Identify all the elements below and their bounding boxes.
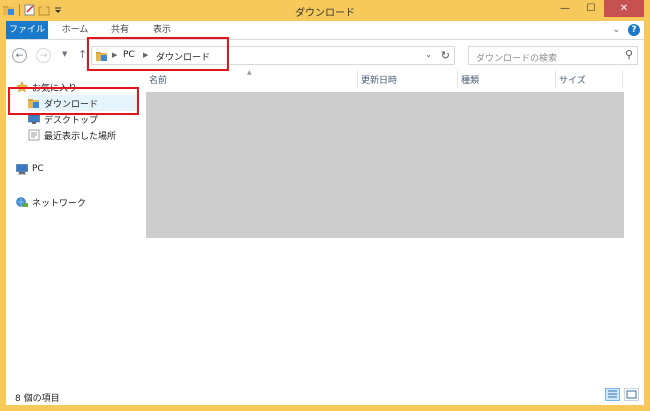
highlight-box-address	[87, 37, 229, 71]
status-bar: 8 個の項目	[6, 385, 644, 405]
forward-button[interactable]: →	[36, 48, 51, 63]
column-separator[interactable]	[357, 70, 358, 88]
column-header-modified[interactable]: 更新日時	[361, 73, 397, 86]
back-button[interactable]: ←	[12, 48, 27, 63]
column-separator[interactable]	[457, 70, 458, 88]
window-controls: — ☐ ✕	[552, 0, 644, 18]
title-bar: ダウンロード — ☐ ✕	[0, 0, 650, 21]
up-arrow-icon[interactable]: ↑	[78, 48, 87, 61]
sidebar-item-recent-places[interactable]: 最近表示した場所	[28, 127, 116, 143]
close-button[interactable]: ✕	[604, 0, 644, 17]
address-dropdown-icon[interactable]: ⌄	[425, 50, 432, 59]
column-separator[interactable]	[555, 70, 556, 88]
ribbon-right-controls: ⌄ ?	[612, 24, 640, 36]
highlight-box-downloads	[8, 87, 139, 115]
column-header-type[interactable]: 種類	[461, 73, 479, 86]
network-icon	[16, 196, 28, 208]
sort-indicator-icon: ▲	[247, 69, 252, 76]
sidebar-item-network[interactable]: ネットワーク	[16, 194, 86, 210]
file-list: ▲ 名前 更新日時 種類 サイズ	[144, 69, 644, 385]
help-icon[interactable]: ?	[628, 24, 640, 36]
large-icons-view-button[interactable]	[624, 388, 639, 401]
tab-file[interactable]: ファイル	[6, 21, 48, 39]
item-count: 8 個の項目	[15, 394, 60, 404]
recent-locations-icon[interactable]: ▼	[62, 50, 67, 58]
explorer-window: ダウンロード — ☐ ✕ ファイル ホーム 共有 表示 ⌄ ? ← → ▼ ↑ …	[0, 0, 650, 411]
search-box[interactable]: ダウンロードの検索 ⚲	[468, 46, 638, 65]
sidebar-item-pc[interactable]: PC	[16, 161, 44, 177]
navigation-pane: お気に入り ダウンロード デスクトップ 最近表示した場所 PC ネットワーク	[6, 70, 142, 385]
redacted-file-rows[interactable]	[146, 92, 624, 238]
search-icon[interactable]: ⚲	[625, 48, 633, 61]
expand-ribbon-icon[interactable]: ⌄	[612, 25, 620, 35]
sidebar-item-label: PC	[32, 164, 44, 174]
refresh-icon[interactable]: ↻	[441, 49, 450, 62]
computer-icon	[16, 163, 28, 175]
maximize-button[interactable]: ☐	[578, 0, 604, 17]
main-area: お気に入り ダウンロード デスクトップ 最近表示した場所 PC ネットワーク ▲…	[6, 69, 644, 385]
minimize-button[interactable]: —	[552, 0, 578, 17]
recent-places-icon	[28, 129, 40, 141]
column-header-size[interactable]: サイズ	[559, 73, 586, 86]
column-header-name[interactable]: 名前	[149, 73, 167, 86]
column-separator[interactable]	[622, 70, 623, 88]
sidebar-item-label: 最近表示した場所	[44, 131, 117, 142]
sidebar-item-label: ネットワーク	[32, 198, 87, 209]
search-placeholder: ダウンロードの検索	[476, 54, 558, 64]
details-view-button[interactable]	[605, 388, 620, 401]
